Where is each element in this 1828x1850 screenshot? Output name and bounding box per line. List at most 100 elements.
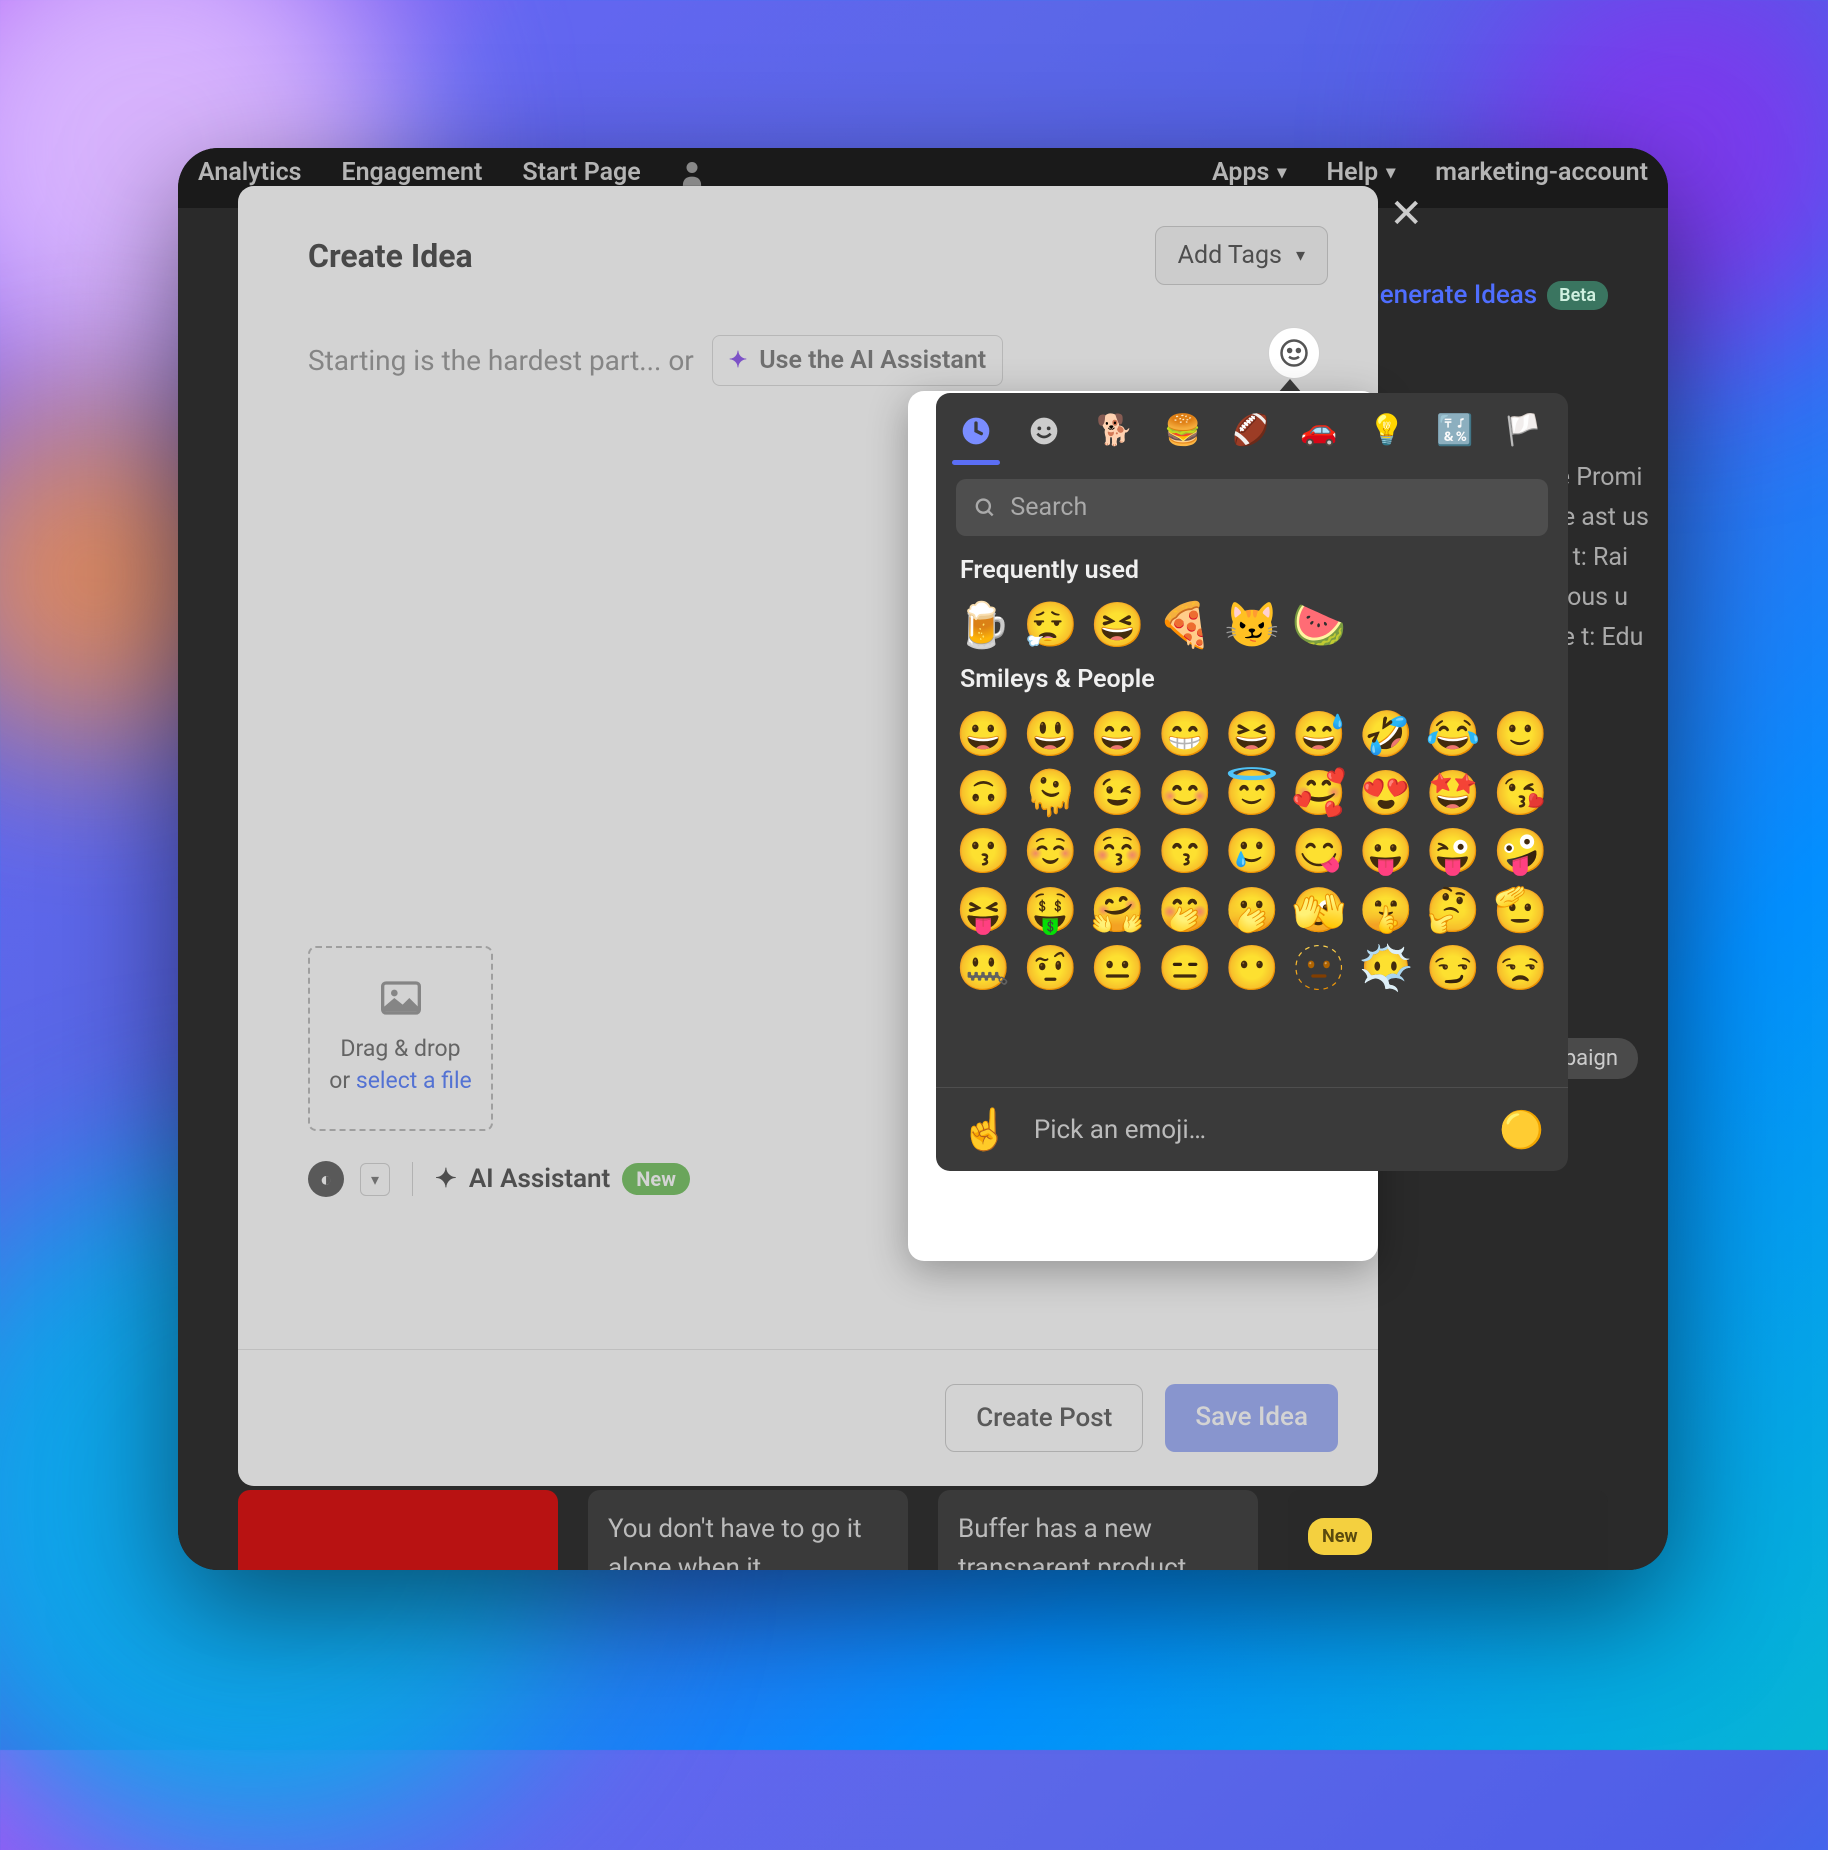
card-1[interactable] — [238, 1490, 558, 1570]
nav-engagement[interactable]: Engagement — [341, 158, 482, 187]
emoji-item[interactable]: 🥲 — [1222, 827, 1281, 875]
wand-icon: ✦ — [729, 348, 747, 373]
compose-placeholder: Starting is the hardest part... or — [308, 344, 694, 377]
save-idea-button[interactable]: Save Idea — [1165, 1384, 1338, 1452]
add-tags-button[interactable]: Add Tags ▾ — [1155, 226, 1328, 285]
tab-recent-icon[interactable] — [956, 407, 996, 459]
nav-user-icon[interactable] — [681, 159, 703, 187]
smileys-grid: 😀😃😄😁😆😅🤣😂🙂 🙃🫠😉😊😇🥰😍🤩😘 😗☺️😚😙🥲😋😛😜🤪 😝🤑🤗🤭🫢🫣🤫🤔🫡 🤐🤨😐… — [936, 704, 1568, 1002]
emoji-picker: 🐕 🍔 🏈 🚗 💡 🔣 🏳️ Frequently used 🍺 — [936, 393, 1568, 1171]
emoji-item[interactable]: 😑 — [1155, 944, 1214, 992]
emoji-item[interactable]: 🍉 — [1290, 601, 1349, 649]
tab-travel-icon[interactable]: 🚗 — [1296, 407, 1336, 459]
emoji-item[interactable]: 😃 — [1021, 710, 1080, 758]
emoji-item[interactable]: 😇 — [1222, 769, 1281, 817]
emoji-item[interactable]: 😂 — [1424, 710, 1483, 758]
emoji-item[interactable]: 😗 — [954, 827, 1013, 875]
emoji-item[interactable]: 🤐 — [954, 944, 1013, 992]
nav-help[interactable]: Help ▾ — [1326, 158, 1395, 187]
close-modal-button[interactable]: ✕ — [1389, 190, 1423, 237]
emoji-item[interactable]: 😀 — [954, 710, 1013, 758]
emoji-item[interactable]: 🙃 — [954, 769, 1013, 817]
modal-title: Create Idea — [308, 237, 473, 275]
ai-assistant-button[interactable]: ✦ AI Assistant New — [435, 1163, 690, 1195]
emoji-item[interactable]: 🤫 — [1357, 886, 1416, 934]
nav-account[interactable]: marketing-account — [1435, 158, 1648, 187]
nav-start-page[interactable]: Start Page — [522, 158, 640, 187]
tab-animals-icon[interactable]: 🐕 — [1092, 407, 1132, 459]
emoji-item[interactable]: 😊 — [1155, 769, 1214, 817]
emoji-item[interactable]: 😅 — [1290, 710, 1349, 758]
emoji-item[interactable]: 🤣 — [1357, 710, 1416, 758]
emoji-item[interactable]: 😋 — [1290, 827, 1349, 875]
tab-activities-icon[interactable]: 🏈 — [1228, 407, 1268, 459]
generate-ideas-button[interactable]: Generate Ideas Beta — [1362, 280, 1608, 310]
emoji-item[interactable]: 😼 — [1222, 601, 1281, 649]
emoji-item[interactable]: 😛 — [1357, 827, 1416, 875]
tab-objects-icon[interactable]: 💡 — [1364, 407, 1404, 459]
emoji-item[interactable]: 😆 — [1088, 601, 1147, 649]
compose-area[interactable]: Starting is the hardest part... or ✦ Use… — [238, 305, 1378, 416]
emoji-item[interactable]: 🫢 — [1222, 886, 1281, 934]
emoji-item[interactable]: 🤑 — [1021, 886, 1080, 934]
emoji-item[interactable]: 🫣 — [1290, 886, 1349, 934]
tab-flags-icon[interactable]: 🏳️ — [1500, 407, 1540, 459]
nav-analytics[interactable]: Analytics — [198, 158, 301, 187]
emoji-item[interactable]: 🫡 — [1491, 886, 1550, 934]
tool-dropdown[interactable]: ▾ — [360, 1163, 390, 1196]
emoji-item[interactable]: 🥰 — [1290, 769, 1349, 817]
tool-circle-icon[interactable]: ◐ — [308, 1161, 344, 1197]
tab-smileys-icon[interactable] — [1024, 407, 1064, 459]
emoji-search[interactable] — [956, 479, 1548, 536]
chevron-down-icon: ▾ — [1386, 162, 1395, 183]
emoji-item[interactable]: 🙂 — [1491, 710, 1550, 758]
emoji-item[interactable]: 😙 — [1155, 827, 1214, 875]
tab-food-icon[interactable]: 🍔 — [1160, 407, 1200, 459]
frequently-used-label: Frequently used — [936, 550, 1568, 595]
emoji-item[interactable]: 😁 — [1155, 710, 1214, 758]
emoji-search-input[interactable] — [1010, 493, 1530, 522]
emoji-item[interactable]: 😜 — [1424, 827, 1483, 875]
emoji-category-tabs: 🐕 🍔 🏈 🚗 💡 🔣 🏳️ — [936, 393, 1568, 465]
emoji-item[interactable]: 🍕 — [1155, 601, 1214, 649]
emoji-item[interactable]: 😝 — [954, 886, 1013, 934]
search-icon — [974, 496, 996, 520]
emoji-item[interactable]: 😚 — [1088, 827, 1147, 875]
emoji-item[interactable]: 😶 — [1222, 944, 1281, 992]
emoji-item[interactable]: 😆 — [1222, 710, 1281, 758]
file-dropzone[interactable]: Drag & dropor select a file — [308, 946, 493, 1131]
emoji-item[interactable]: 🤪 — [1491, 827, 1550, 875]
emoji-preview-icon: ☝️ — [960, 1106, 1010, 1153]
emoji-item[interactable]: 😐 — [1088, 944, 1147, 992]
nav-apps[interactable]: Apps ▾ — [1212, 158, 1286, 187]
emoji-item[interactable]: 😉 — [1088, 769, 1147, 817]
emoji-item[interactable]: 🤭 — [1155, 886, 1214, 934]
emoji-item[interactable]: 🫥 — [1290, 944, 1349, 992]
emoji-item[interactable]: 😏 — [1424, 944, 1483, 992]
smileys-label: Smileys & People — [936, 659, 1568, 704]
emoji-item[interactable]: 😍 — [1357, 769, 1416, 817]
emoji-item[interactable]: 😒 — [1491, 944, 1550, 992]
frequently-used-grid: 🍺 😮‍💨 😆 🍕 😼 🍉 — [936, 595, 1568, 659]
tab-symbols-icon[interactable]: 🔣 — [1432, 407, 1472, 459]
emoji-item[interactable]: 🫠 — [1021, 769, 1080, 817]
emoji-item[interactable]: 😘 — [1491, 769, 1550, 817]
skin-tone-picker[interactable]: 🟡 — [1499, 1109, 1544, 1151]
emoji-item[interactable]: 🍺 — [954, 601, 1013, 649]
emoji-item[interactable]: 🤩 — [1424, 769, 1483, 817]
card-2[interactable]: You don't have to go it alone when it — [588, 1490, 908, 1570]
emoji-item[interactable]: 😶‍🌫️ — [1357, 944, 1416, 992]
new-badge: New — [1308, 1518, 1372, 1555]
emoji-picker-trigger[interactable] — [1268, 327, 1320, 379]
emoji-item[interactable]: 😮‍💨 — [1021, 601, 1080, 649]
create-post-button[interactable]: Create Post — [945, 1384, 1143, 1452]
emoji-item[interactable]: ☺️ — [1021, 827, 1080, 875]
emoji-item[interactable]: 🤗 — [1088, 886, 1147, 934]
emoji-item[interactable]: 🤨 — [1021, 944, 1080, 992]
emoji-item[interactable]: 🤔 — [1424, 886, 1483, 934]
select-file-link[interactable]: select a file — [356, 1067, 472, 1094]
use-ai-assistant-button[interactable]: ✦ Use the AI Assistant — [712, 335, 1003, 386]
card-4[interactable]: New — [1288, 1490, 1608, 1570]
card-3[interactable]: Buffer has a new transparent product — [938, 1490, 1258, 1570]
emoji-item[interactable]: 😄 — [1088, 710, 1147, 758]
